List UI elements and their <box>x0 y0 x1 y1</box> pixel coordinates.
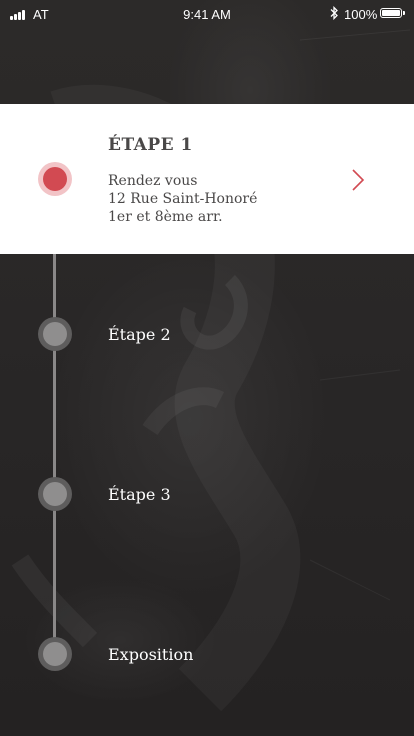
active-step-title: ÉTAPE 1 <box>108 135 193 155</box>
timeline-step-2[interactable]: Étape 2 <box>0 314 414 354</box>
active-step-line: 12 Rue Saint-Honoré <box>108 191 258 207</box>
active-step-details: Rendez vous 12 Rue Saint-Honoré 1er et 8… <box>108 172 257 226</box>
active-step-line: 1er et 8ème arr. <box>108 209 223 225</box>
step-label: Exposition <box>108 645 194 664</box>
timeline-step-exposition[interactable]: Exposition <box>0 634 414 674</box>
step-marker <box>38 477 72 511</box>
chevron-right-icon[interactable] <box>350 168 366 192</box>
bluetooth-icon <box>330 6 338 20</box>
active-step-line: Rendez vous <box>108 173 198 189</box>
timeline-step-3[interactable]: Étape 3 <box>0 474 414 514</box>
step-label: Étape 3 <box>108 485 171 504</box>
status-bar: AT 9:41 AM 100% <box>0 0 414 28</box>
step-marker <box>38 637 72 671</box>
step-marker <box>38 317 72 351</box>
battery-icon <box>380 8 405 18</box>
battery-percentage: 100% <box>344 7 378 22</box>
step-label: Étape 2 <box>108 325 171 344</box>
active-step-marker <box>38 162 72 196</box>
